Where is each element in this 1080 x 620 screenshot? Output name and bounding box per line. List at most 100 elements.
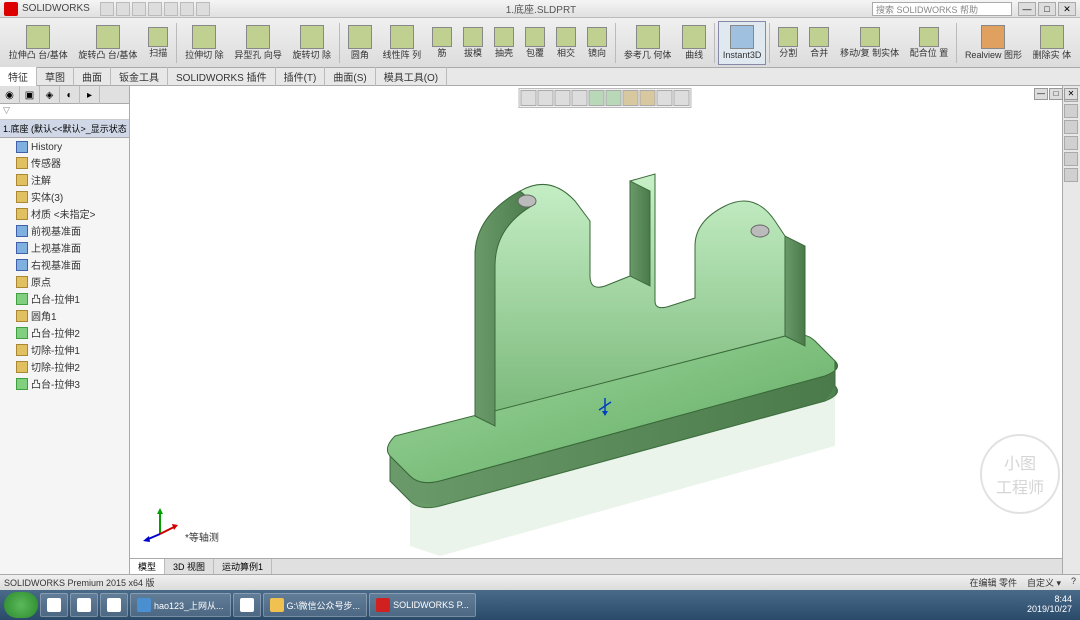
- combine-button[interactable]: 合并: [804, 21, 834, 65]
- tree-tab-feature-icon[interactable]: ◉: [0, 86, 20, 104]
- taskbar-pinned-5[interactable]: [233, 593, 261, 617]
- system-clock[interactable]: 8:44 2019/10/27: [1027, 595, 1076, 615]
- tab-sheetmetal[interactable]: 钣金工具: [111, 67, 168, 86]
- taskpane-file-explorer-icon[interactable]: [1064, 120, 1078, 134]
- delete-body-button[interactable]: 删除实 体: [1028, 21, 1076, 65]
- tree-node-sensors[interactable]: 传感器: [2, 154, 127, 171]
- revolve-cut-button[interactable]: 旋转切 除: [288, 21, 336, 65]
- draft-button[interactable]: 拔模: [458, 21, 488, 65]
- intersect-button[interactable]: 相交: [551, 21, 581, 65]
- mate-position-button[interactable]: 配合位 置: [905, 21, 953, 65]
- taskpane-view-palette-icon[interactable]: [1064, 136, 1078, 150]
- prev-view-icon[interactable]: [555, 90, 571, 106]
- taskpane-design-library-icon[interactable]: [1064, 104, 1078, 118]
- ref-geometry-button[interactable]: 参考几 何体: [619, 21, 676, 65]
- graphics-viewport[interactable]: — □ ✕: [130, 86, 1080, 574]
- tree-node-extrude2[interactable]: 凸台-拉伸2: [2, 324, 127, 341]
- tree-tab-config-icon[interactable]: ◈: [40, 86, 60, 104]
- mdi-close-button[interactable]: ✕: [1064, 88, 1078, 100]
- edit-appearance-icon[interactable]: [640, 90, 656, 106]
- plane-icon: [16, 242, 28, 254]
- section-view-icon[interactable]: [572, 90, 588, 106]
- shell-button[interactable]: 抽壳: [489, 21, 519, 65]
- split-button[interactable]: 分割: [773, 21, 803, 65]
- tab-surface2[interactable]: 曲面(S): [325, 67, 375, 86]
- mirror-button[interactable]: 镜向: [582, 21, 612, 65]
- tree-node-origin[interactable]: 原点: [2, 273, 127, 290]
- linear-pattern-button[interactable]: 线性阵 列: [378, 21, 426, 65]
- tab-3dview[interactable]: 3D 视图: [165, 559, 214, 574]
- tree-node-cut1[interactable]: 切除-拉伸1: [2, 341, 127, 358]
- tree-tab-display-icon[interactable]: ▸: [80, 86, 100, 104]
- status-help-icon[interactable]: ?: [1071, 576, 1076, 589]
- realview-button[interactable]: Realview 图形: [960, 21, 1027, 65]
- maximize-button[interactable]: □: [1038, 2, 1056, 16]
- qat-new-icon[interactable]: [100, 2, 114, 16]
- tree-node-material[interactable]: 材质 <未指定>: [2, 205, 127, 222]
- taskbar-hao123[interactable]: hao123_上网从...: [130, 593, 231, 617]
- taskbar-explorer[interactable]: G:\微信公众号步...: [263, 593, 368, 617]
- fillet-button[interactable]: 圆角: [343, 21, 377, 65]
- move-copy-button[interactable]: 移动/复 制实体: [835, 21, 904, 65]
- taskbar-pinned-1[interactable]: [40, 593, 68, 617]
- zoom-fit-icon[interactable]: [521, 90, 537, 106]
- help-search-input[interactable]: 搜索 SOLIDWORKS 帮助: [872, 2, 1012, 16]
- tree-node-annotations[interactable]: 注解: [2, 171, 127, 188]
- tree-node-extrude3[interactable]: 凸台-拉伸3: [2, 375, 127, 392]
- qat-undo-icon[interactable]: [164, 2, 178, 16]
- curves-button[interactable]: 曲线: [677, 21, 711, 65]
- taskpane-custom-props-icon[interactable]: [1064, 168, 1078, 182]
- rib-button[interactable]: 筋: [427, 21, 457, 65]
- qat-open-icon[interactable]: [116, 2, 130, 16]
- tab-motion[interactable]: 运动算例1: [214, 559, 272, 574]
- tree-tab-property-icon[interactable]: ▣: [20, 86, 40, 104]
- tab-sketch[interactable]: 草图: [37, 67, 74, 86]
- view-orientation-icon[interactable]: [589, 90, 605, 106]
- tree-node-fillet1[interactable]: 圆角1: [2, 307, 127, 324]
- view-settings-icon[interactable]: [674, 90, 690, 106]
- qat-rebuild-icon[interactable]: [180, 2, 194, 16]
- wrap-button[interactable]: 包覆: [520, 21, 550, 65]
- tree-node-top-plane[interactable]: 上视基准面: [2, 239, 127, 256]
- tab-mold[interactable]: 模具工具(O): [376, 67, 447, 86]
- tab-addins[interactable]: SOLIDWORKS 插件: [168, 67, 276, 86]
- mdi-min-button[interactable]: —: [1034, 88, 1048, 100]
- view-triad[interactable]: [140, 504, 180, 544]
- tree-node-front-plane[interactable]: 前视基准面: [2, 222, 127, 239]
- tree-root-node[interactable]: 1.底座 (默认<<默认>_显示状态: [0, 120, 129, 138]
- tree-node-bodies[interactable]: 实体(3): [2, 188, 127, 205]
- revolve-boss-button[interactable]: 旋转凸 台/基体: [74, 21, 143, 65]
- tab-model[interactable]: 模型: [130, 559, 165, 574]
- tree-node-cut2[interactable]: 切除-拉伸2: [2, 358, 127, 375]
- display-style-icon[interactable]: [606, 90, 622, 106]
- hole-wizard-button[interactable]: 异型孔 向导: [229, 21, 286, 65]
- instant3d-button[interactable]: Instant3D: [718, 21, 766, 65]
- qat-save-icon[interactable]: [132, 2, 146, 16]
- tree-tab-dimxpert-icon[interactable]: ◐: [60, 86, 80, 104]
- taskpane-appearances-icon[interactable]: [1064, 152, 1078, 166]
- status-units-button[interactable]: 自定义 ▾: [1027, 576, 1061, 589]
- taskbar-pinned-2[interactable]: [70, 593, 98, 617]
- tab-plugins[interactable]: 插件(T): [276, 67, 326, 86]
- close-button[interactable]: ✕: [1058, 2, 1076, 16]
- intersect-icon: [556, 27, 576, 47]
- tree-node-history[interactable]: History: [2, 140, 127, 154]
- tree-filter-input[interactable]: ▽: [0, 104, 129, 120]
- taskbar-pinned-3[interactable]: [100, 593, 128, 617]
- apply-scene-icon[interactable]: [657, 90, 673, 106]
- mdi-max-button[interactable]: □: [1049, 88, 1063, 100]
- qat-print-icon[interactable]: [148, 2, 162, 16]
- tab-features[interactable]: 特征: [0, 67, 37, 86]
- minimize-button[interactable]: —: [1018, 2, 1036, 16]
- start-button[interactable]: [4, 592, 38, 618]
- tree-node-extrude1[interactable]: 凸台-拉伸1: [2, 290, 127, 307]
- hide-show-icon[interactable]: [623, 90, 639, 106]
- sweep-button[interactable]: 扫描: [143, 21, 173, 65]
- extrude-cut-button[interactable]: 拉伸切 除: [180, 21, 228, 65]
- tree-node-right-plane[interactable]: 右视基准面: [2, 256, 127, 273]
- taskbar-solidworks[interactable]: SOLIDWORKS P...: [369, 593, 476, 617]
- tab-surface[interactable]: 曲面: [74, 67, 111, 86]
- qat-options-icon[interactable]: [196, 2, 210, 16]
- zoom-area-icon[interactable]: [538, 90, 554, 106]
- extrude-boss-button[interactable]: 拉伸凸 台/基体: [4, 21, 73, 65]
